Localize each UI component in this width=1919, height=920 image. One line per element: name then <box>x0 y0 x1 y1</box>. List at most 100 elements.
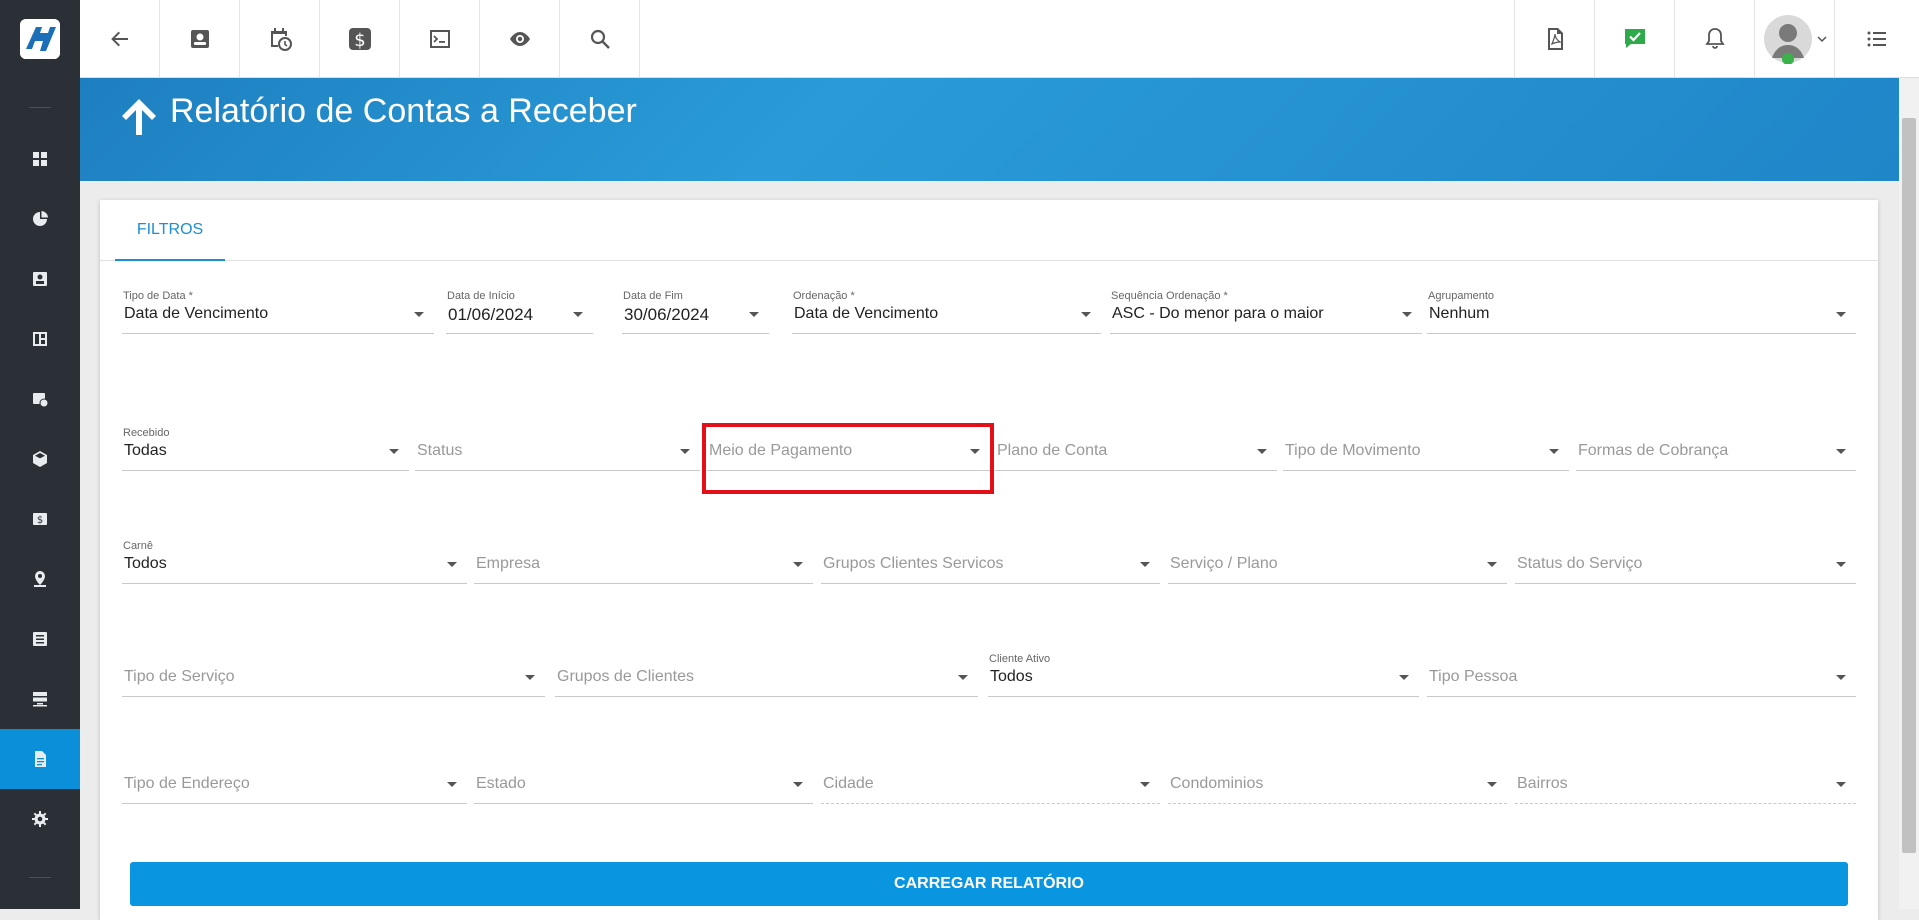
status-do-servico-select[interactable]: Status do Serviço <box>1515 540 1856 590</box>
tipo-de-data-select[interactable]: Tipo de Data * Data de Vencimento <box>122 290 434 340</box>
schedule-button[interactable] <box>240 0 320 78</box>
tab-filtros[interactable]: FILTROS <box>115 200 225 261</box>
cidade-select[interactable]: Cidade <box>821 760 1160 810</box>
logo-icon <box>20 19 60 59</box>
arrow-up-icon <box>122 99 156 135</box>
sidebar-item-settings[interactable] <box>0 789 80 849</box>
sidebar-item-finance[interactable]: $ <box>0 489 80 549</box>
caret-down-icon <box>525 675 535 680</box>
caret-down-icon <box>1836 562 1846 567</box>
list-icon <box>33 632 47 646</box>
notifications-button[interactable] <box>1674 0 1754 78</box>
sidebar-item-location[interactable] <box>0 549 80 609</box>
monitor-button[interactable] <box>480 0 560 78</box>
sidebar-item-list[interactable] <box>0 609 80 669</box>
app-logo[interactable] <box>0 0 80 78</box>
sidebar-item-dashboard[interactable] <box>0 129 80 189</box>
caret-down-icon <box>958 675 968 680</box>
highlight-box <box>702 423 994 494</box>
bairros-select[interactable]: Bairros <box>1515 760 1856 810</box>
estado-select[interactable]: Estado <box>474 760 813 810</box>
formas-de-cobranca-select[interactable]: Formas de Cobrança <box>1576 427 1856 477</box>
sequencia-ordenacao-select[interactable]: Sequência Ordenação * ASC - Do menor par… <box>1110 290 1422 340</box>
caret-down-icon <box>447 782 457 787</box>
sidebar-divider <box>29 877 51 878</box>
contacts-button[interactable] <box>160 0 240 78</box>
agrupamento-select[interactable]: Agrupamento Nenhum <box>1427 290 1856 340</box>
status-select[interactable]: Status <box>415 427 700 477</box>
caret-down-icon <box>1257 449 1267 454</box>
grid-icon <box>33 152 47 166</box>
menu-button[interactable] <box>1834 0 1919 78</box>
search-icon <box>590 29 610 49</box>
plano-de-conta-select[interactable]: Plano de Conta <box>995 427 1277 477</box>
ordenacao-select[interactable]: Ordenação * Data de Vencimento <box>792 290 1101 340</box>
contact-card-icon <box>190 30 209 48</box>
bell-icon <box>1704 28 1725 49</box>
caret-down-icon <box>749 312 759 317</box>
caret-down-icon <box>680 449 690 454</box>
pie-chart-icon <box>33 211 48 226</box>
chevron-down-icon <box>1816 36 1827 43</box>
sidebar-item-board[interactable] <box>0 309 80 369</box>
empresa-select[interactable]: Empresa <box>474 540 813 590</box>
finance-button[interactable]: $ <box>320 0 400 78</box>
tipo-pessoa-select[interactable]: Tipo Pessoa <box>1427 653 1856 703</box>
terminal-button[interactable] <box>400 0 480 78</box>
tipo-de-servico-select[interactable]: Tipo de Serviço <box>122 653 545 703</box>
cliente-ativo-select[interactable]: Cliente Ativo Todos <box>988 653 1419 703</box>
data-fim-field[interactable]: Data de Fim 30/06/2024 <box>622 290 769 340</box>
terminal-icon <box>429 30 450 48</box>
servico-plano-select[interactable]: Serviço / Plano <box>1168 540 1507 590</box>
data-inicio-field[interactable]: Data de Início 01/06/2024 <box>446 290 593 340</box>
load-report-button[interactable]: CARREGAR RELATÓRIO <box>130 862 1848 906</box>
calendar-clock-icon <box>33 393 49 408</box>
page-title: Relatório de Contas a Receber <box>170 92 637 130</box>
sidebar-item-servers[interactable] <box>0 669 80 729</box>
caret-down-icon <box>1140 782 1150 787</box>
caret-down-icon <box>1836 312 1846 317</box>
carne-select[interactable]: Carnê Todos <box>122 540 467 590</box>
grupos-clientes-servicos-select[interactable]: Grupos Clientes Servicos <box>821 540 1160 590</box>
avatar <box>1763 15 1812 64</box>
caret-down-icon <box>1081 312 1091 317</box>
condominios-select[interactable]: Condominios <box>1168 760 1507 810</box>
scrollbar[interactable] <box>1899 78 1919 909</box>
tipo-de-endereco-select[interactable]: Tipo de Endereço <box>122 760 467 810</box>
tasks-button[interactable] <box>1594 0 1674 78</box>
eye-icon <box>509 32 530 46</box>
svg-text:$: $ <box>37 515 43 526</box>
sidebar-item-reports[interactable] <box>0 729 80 789</box>
sidebar: $ <box>0 0 80 909</box>
calendar-clock-icon <box>270 28 292 51</box>
user-menu[interactable] <box>1754 0 1834 78</box>
caret-down-icon <box>1487 562 1497 567</box>
document-icon <box>35 751 46 767</box>
caret-down-icon <box>793 562 803 567</box>
list-menu-icon <box>1867 31 1886 47</box>
map-pin-icon <box>34 571 46 587</box>
dollar-icon: $ <box>348 28 371 51</box>
sidebar-item-products[interactable] <box>0 429 80 489</box>
sidebar-item-contacts[interactable] <box>0 249 80 309</box>
search-button[interactable] <box>560 0 640 78</box>
caret-down-icon <box>389 449 399 454</box>
sidebar-item-charts[interactable] <box>0 189 80 249</box>
caret-down-icon <box>1836 675 1846 680</box>
pdf-button[interactable] <box>1514 0 1594 78</box>
tipo-de-movimento-select[interactable]: Tipo de Movimento <box>1283 427 1569 477</box>
grupos-de-clientes-select[interactable]: Grupos de Clientes <box>555 653 978 703</box>
sidebar-divider <box>29 107 51 108</box>
caret-down-icon <box>573 312 583 317</box>
sidebar-item-schedule[interactable] <box>0 369 80 429</box>
pdf-file-icon <box>1547 28 1563 50</box>
scrollbar-thumb[interactable] <box>1902 118 1916 853</box>
money-icon: $ <box>33 513 47 526</box>
caret-down-icon <box>447 562 457 567</box>
back-button[interactable] <box>80 0 160 78</box>
recebido-select[interactable]: Recebido Todas <box>122 427 409 477</box>
caret-down-icon <box>1836 449 1846 454</box>
gear-icon <box>32 811 48 827</box>
caret-down-icon <box>1549 449 1559 454</box>
caret-down-icon <box>1487 782 1497 787</box>
